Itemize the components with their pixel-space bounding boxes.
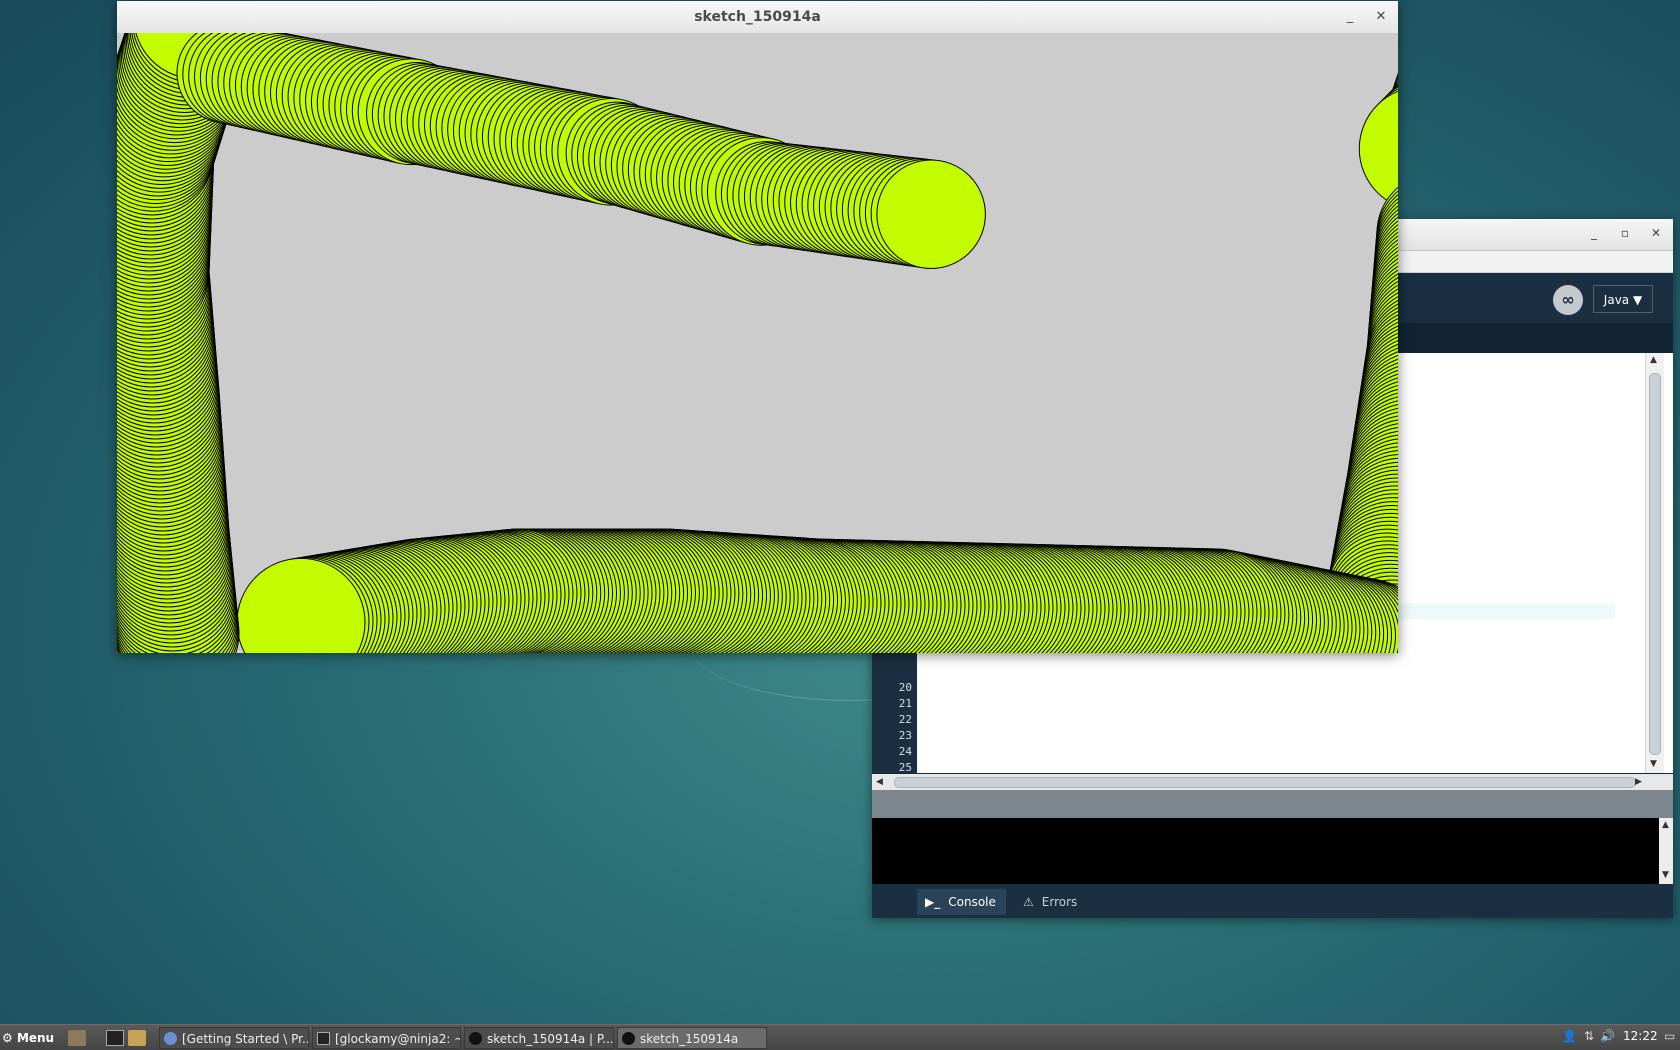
tab-label: Console xyxy=(948,895,996,909)
terminal-icon xyxy=(317,1032,330,1045)
task-label: sketch_150914a xyxy=(640,1032,739,1046)
tab-errors[interactable]: ⚠ Errors xyxy=(1015,889,1087,915)
scrollbar-thumb[interactable] xyxy=(1649,373,1661,755)
line-number: 20 xyxy=(898,681,912,694)
task-label: [Getting Started \ Pr... xyxy=(182,1032,309,1046)
terminal-icon: ▶_ xyxy=(925,895,941,909)
tab-console[interactable]: ▶_ Console xyxy=(917,889,1006,915)
minimize-button[interactable]: _ xyxy=(1342,9,1358,24)
close-button[interactable]: ✕ xyxy=(1649,226,1663,240)
scroll-right-arrow-icon[interactable]: ▶ xyxy=(1635,777,1642,787)
scrollbar-thumb[interactable] xyxy=(894,777,1636,788)
circle-trail-drawing xyxy=(117,33,1398,653)
scroll-up-arrow-icon[interactable]: ▲ xyxy=(1650,355,1657,365)
file-manager-icon[interactable] xyxy=(128,1030,146,1046)
play-icon xyxy=(622,1032,635,1045)
line-number: 21 xyxy=(898,697,912,710)
console-output[interactable] xyxy=(872,818,1673,884)
line-number: 24 xyxy=(898,745,912,758)
window-title: sketch_150914a xyxy=(694,9,821,25)
line-number: 22 xyxy=(898,713,912,726)
console-tab-bar: ▶_ Console ⚠ Errors xyxy=(872,884,1673,918)
line-number: 25 xyxy=(898,761,912,774)
editor-horizontal-scrollbar[interactable]: ◀ ▶ xyxy=(872,774,1673,790)
show-desktop-icon[interactable] xyxy=(68,1030,86,1046)
processing-icon xyxy=(469,1032,482,1045)
start-menu-button[interactable]: ⚙ Menu xyxy=(2,1029,54,1047)
tab-label: Errors xyxy=(1041,895,1078,909)
task-label: [glockamy@ninja2: ~] xyxy=(335,1032,461,1046)
menu-label: Menu xyxy=(16,1031,55,1045)
task-label: sketch_150914a | P... xyxy=(487,1032,614,1046)
sketch-title-bar[interactable]: sketch_150914a _ ✕ xyxy=(117,1,1398,34)
sketch-canvas[interactable] xyxy=(117,33,1398,653)
gear-icon: ⚙ xyxy=(2,1031,17,1045)
clock[interactable]: 12:22 xyxy=(1623,1029,1658,1043)
status-bar xyxy=(872,790,1673,818)
taskbar-item-browser[interactable]: [Getting Started \ Pr... xyxy=(159,1027,309,1049)
taskbar-item-processing-ide[interactable]: sketch_150914a | P... xyxy=(464,1027,614,1049)
taskbar: ⚙ Menu [Getting Started \ Pr... [glockam… xyxy=(0,1024,1680,1050)
mode-icon[interactable]: ∞ xyxy=(1553,285,1583,315)
editor-vertical-scrollbar[interactable]: ▲ ▼ xyxy=(1645,353,1664,773)
scroll-down-arrow-icon[interactable]: ▼ xyxy=(1662,870,1669,880)
taskbar-item-terminal[interactable]: [glockamy@ninja2: ~] xyxy=(312,1027,461,1049)
terminal-launcher-icon[interactable] xyxy=(106,1030,124,1046)
display-icon[interactable]: ▭ xyxy=(1664,1029,1675,1043)
volume-icon[interactable]: 🔊 xyxy=(1600,1029,1615,1043)
console-scrollbar[interactable]: ▲ ▼ xyxy=(1659,818,1673,884)
line-number: 23 xyxy=(898,729,912,742)
scroll-up-arrow-icon[interactable]: ▲ xyxy=(1662,820,1669,830)
taskbar-item-sketch[interactable]: sketch_150914a xyxy=(617,1027,767,1049)
network-icon[interactable]: ⇅ xyxy=(1584,1029,1594,1043)
close-button[interactable]: ✕ xyxy=(1373,9,1389,24)
user-icon[interactable]: 👤 xyxy=(1562,1029,1577,1043)
maximize-button[interactable]: ▫ xyxy=(1618,226,1632,240)
minimize-button[interactable]: _ xyxy=(1587,226,1601,240)
scroll-down-arrow-icon[interactable]: ▼ xyxy=(1650,759,1657,769)
warning-icon: ⚠ xyxy=(1023,895,1034,909)
scroll-left-arrow-icon[interactable]: ◀ xyxy=(876,777,883,787)
mode-selector[interactable]: Java ▼ xyxy=(1593,285,1653,313)
sketch-window[interactable]: sketch_150914a _ ✕ xyxy=(117,1,1398,653)
browser-icon xyxy=(164,1032,177,1045)
